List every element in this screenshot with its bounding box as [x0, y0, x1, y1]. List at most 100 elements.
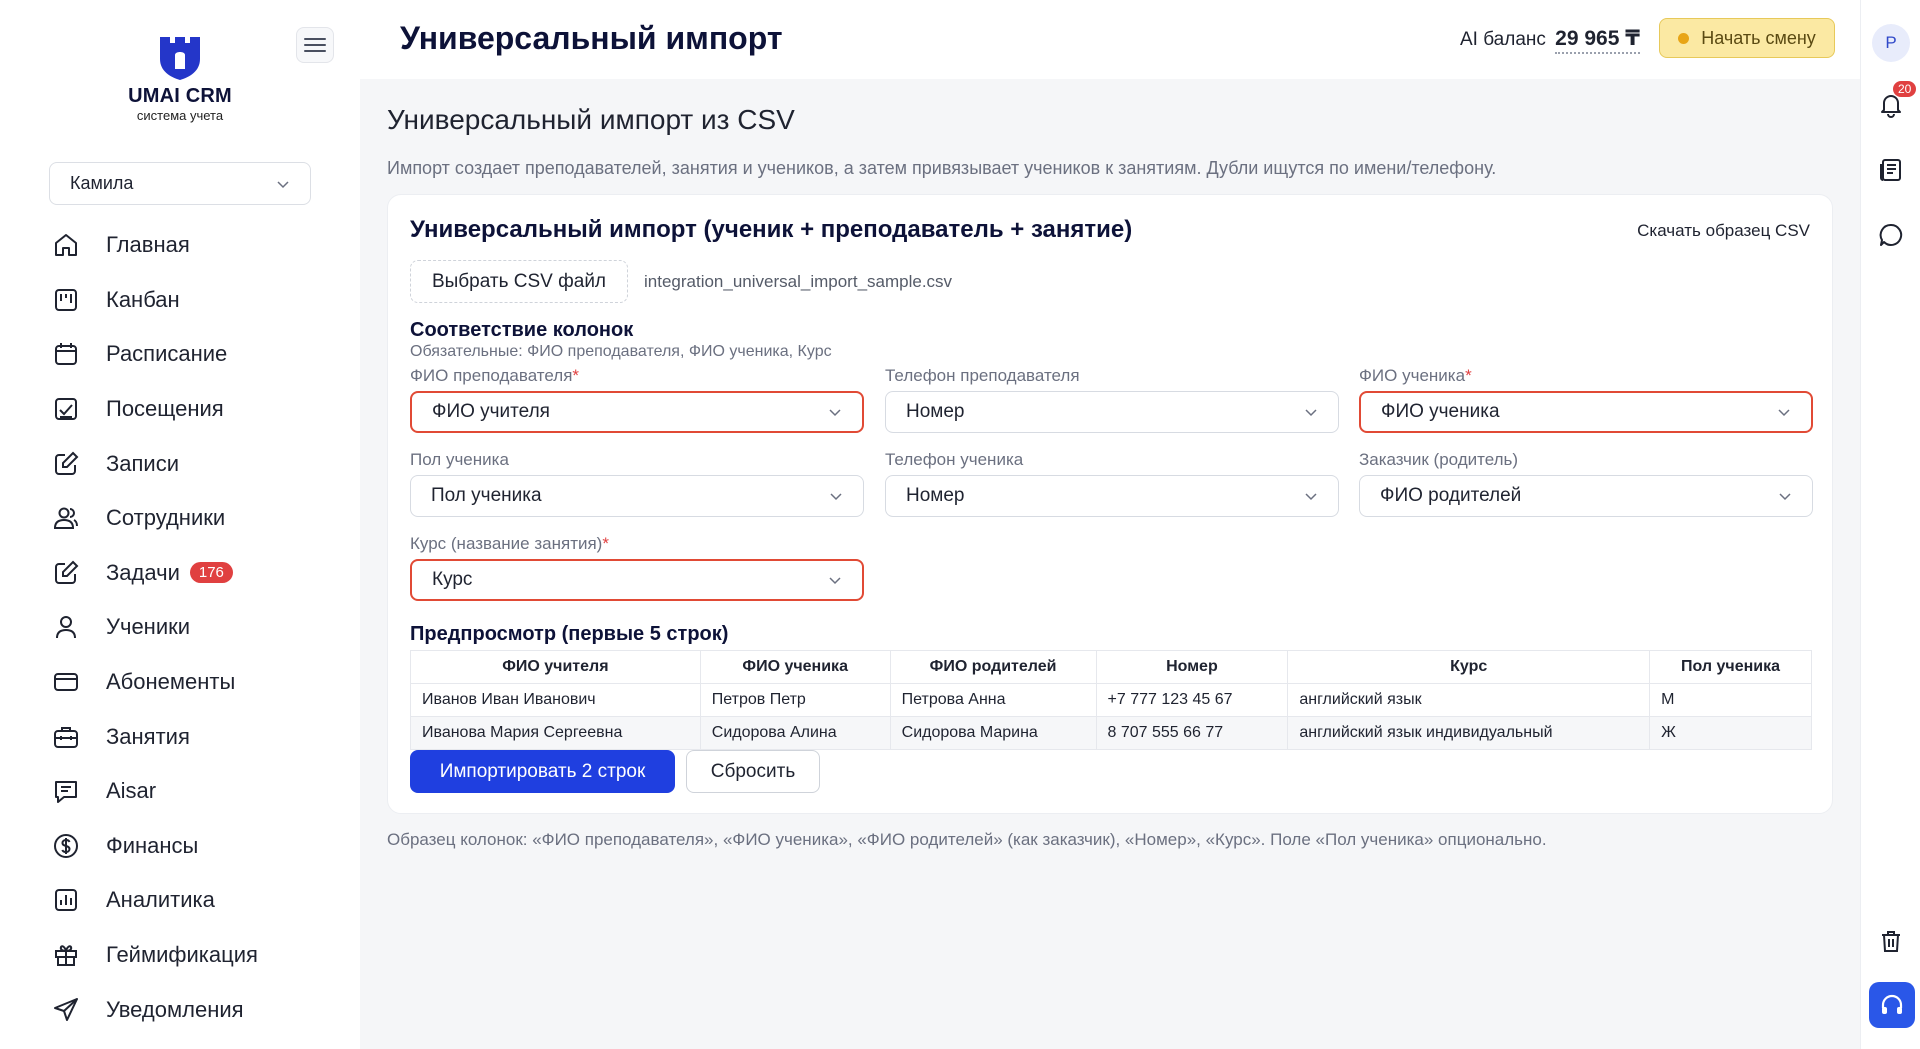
chart-icon [55, 889, 77, 912]
attendance-icon [55, 398, 77, 421]
sidebar-item-label: Записи [106, 450, 180, 476]
import-button[interactable]: Импортировать 2 строк [410, 750, 675, 793]
gift-icon [55, 945, 77, 967]
sidebar-item-subscriptions[interactable]: Абонементы [52, 655, 352, 710]
reset-button[interactable]: Сбросить [686, 750, 820, 793]
section-title: Универсальный импорт из CSV [387, 104, 795, 135]
sidebar-item-attendance[interactable]: Посещения [52, 382, 352, 437]
hamburger-icon [304, 38, 326, 52]
mapping-title: Соответствие колонок [410, 319, 634, 341]
column-header: Курс [1287, 650, 1651, 684]
preview-table: ФИО учителя ФИО ученика ФИО родителей Но… [410, 650, 1812, 750]
edit-icon [55, 451, 79, 475]
send-icon [54, 997, 78, 1021]
select-value: ФИО учителя [432, 401, 550, 422]
sidebar-item-label: Уведомления [106, 996, 244, 1022]
select-value: Номер [906, 485, 965, 506]
table-row: Иванов Иван Иванович Петров Петр Петрова… [410, 683, 1812, 717]
brand-name: UMAI CRM [128, 85, 232, 107]
sidebar-item-label: Ученики [106, 614, 191, 640]
sidebar-item-tasks[interactable]: Задачи 176 [52, 546, 352, 601]
headphones-icon [1881, 994, 1903, 1014]
sidebar-item-schedule[interactable]: Расписание [52, 327, 352, 382]
users-icon [53, 507, 78, 530]
sidebar-item-staff[interactable]: Сотрудники [52, 491, 352, 546]
sidebar-item-label: Сотрудники [106, 505, 226, 531]
start-shift-label: Начать смену [1701, 27, 1816, 48]
page-title: Универсальный импорт [400, 20, 783, 56]
course-select[interactable]: Курс [410, 559, 864, 601]
ai-balance-label: AI баланс [1460, 29, 1546, 50]
import-card-title: Универсальный импорт (ученик + преподава… [410, 216, 1133, 243]
sidebar-item-kanban[interactable]: Канбан [52, 273, 352, 328]
teacher-name-select[interactable]: ФИО учителя [410, 391, 864, 433]
table-cell: Иванова Мария Сергеевна [410, 716, 701, 750]
student-name-select[interactable]: ФИО ученика [1359, 391, 1813, 433]
tasks-count-badge: 176 [189, 562, 233, 584]
sidebar-item-analytics[interactable]: Аналитика [52, 873, 352, 928]
customer-select[interactable]: ФИО родителей [1359, 475, 1813, 517]
student-phone-select[interactable]: Номер [885, 475, 1339, 517]
section-description: Импорт создает преподавателей, занятия и… [387, 158, 1497, 178]
sidebar-item-label: Aisar [106, 778, 157, 804]
field-label-teacher-name: ФИО преподавателя* [410, 366, 579, 386]
sidebar-item-notifications[interactable]: Уведомления [52, 982, 352, 1037]
support-button[interactable] [1869, 982, 1915, 1028]
column-header: ФИО родителей [889, 650, 1097, 684]
news-icon[interactable] [1878, 157, 1904, 183]
chevron-down-icon [829, 577, 841, 585]
column-header: Номер [1095, 650, 1289, 684]
sidebar-item-label: Главная [106, 232, 190, 258]
student-gender-select[interactable]: Пол ученика [410, 475, 864, 517]
field-label-text: Курс (название занятия) [410, 534, 603, 553]
table-cell: 8 707 555 66 77 [1095, 716, 1289, 750]
sidebar-item-label: Аналитика [106, 887, 215, 913]
field-label-teacher-phone: Телефон преподавателя [885, 366, 1080, 385]
sidebar: UMAI CRM система учета Камила Главная Ка… [0, 0, 360, 1049]
avatar[interactable]: Р [1872, 24, 1910, 62]
sidebar-item-home[interactable]: Главная [52, 218, 352, 273]
sidebar-nav: Главная Канбан Расписание Посещения Запи… [52, 218, 352, 1037]
table-cell: английский язык [1287, 683, 1651, 717]
chevron-down-icon [1305, 493, 1317, 501]
table-cell: Петрова Анна [889, 683, 1097, 717]
sidebar-item-label: Посещения [106, 396, 224, 422]
choose-file-button[interactable]: Выбрать CSV файл [410, 260, 628, 303]
column-header: Пол ученика [1649, 650, 1812, 684]
sidebar-item-records[interactable]: Записи [52, 436, 352, 491]
required-mark: * [1465, 366, 1472, 385]
table-row: Иванова Мария Сергеевна Сидорова Алина С… [410, 716, 1812, 750]
field-label-student-name: ФИО ученика* [1359, 366, 1472, 386]
ai-balance-value: 29 965 ₸ [1555, 27, 1640, 54]
sidebar-item-finance[interactable]: Финансы [52, 819, 352, 874]
sample-columns-note: Образец колонок: «ФИО преподавателя», «Ф… [387, 830, 1547, 849]
chevron-down-icon [1779, 493, 1791, 501]
sidebar-item-lessons[interactable]: Занятия [52, 709, 352, 764]
teacher-phone-select[interactable]: Номер [885, 391, 1339, 433]
chevron-down-icon [1305, 409, 1317, 417]
sidebar-item-students[interactable]: Ученики [52, 600, 352, 655]
menu-toggle-button[interactable] [296, 27, 334, 63]
notifications-count-badge: 20 [1893, 81, 1917, 97]
top-bar: Универсальный импорт AI баланс 29 965 ₸ … [360, 0, 1860, 79]
sidebar-item-aisar[interactable]: Aisar [52, 764, 352, 819]
chat-icon [55, 781, 77, 804]
sidebar-item-label: Финансы [106, 832, 199, 858]
start-shift-button[interactable]: Начать смену [1659, 18, 1835, 58]
kanban-icon [55, 288, 77, 311]
shift-status-dot-icon [1678, 32, 1690, 44]
chevron-down-icon [277, 180, 289, 188]
select-value: ФИО родителей [1380, 485, 1522, 506]
trash-icon[interactable] [1878, 928, 1904, 954]
castle-shield-icon [160, 37, 200, 80]
chevron-down-icon [1778, 409, 1790, 417]
sidebar-item-gamification[interactable]: Геймификация [52, 928, 352, 983]
table-cell: Сидорова Алина [699, 716, 891, 750]
chat-bubble-icon[interactable] [1878, 222, 1904, 248]
logo[interactable]: UMAI CRM система учета [121, 33, 239, 123]
branch-select[interactable]: Камила [49, 162, 311, 205]
table-cell: английский язык индивидуальный [1287, 716, 1651, 750]
preview-title: Предпросмотр (первые 5 строк) [410, 623, 729, 645]
ai-balance[interactable]: AI баланс 29 965 ₸ [1460, 26, 1640, 54]
download-sample-link[interactable]: Скачать образец CSV [1637, 221, 1810, 241]
